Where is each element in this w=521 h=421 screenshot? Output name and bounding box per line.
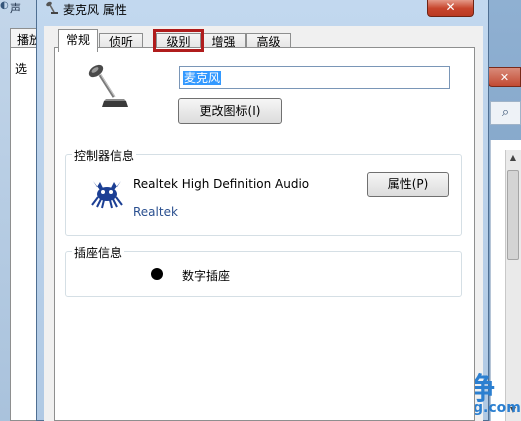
- jack-label: 数字插座: [182, 269, 231, 283]
- background-close-button[interactable]: ✕: [488, 67, 521, 87]
- jack-info-group: 插座信息 数字插座: [65, 244, 462, 297]
- microphone-icon: [46, 1, 58, 14]
- jack-info-label: 插座信息: [72, 244, 125, 261]
- scrollbar-thumb[interactable]: [507, 170, 519, 260]
- tab-general[interactable]: 常规: [58, 29, 98, 52]
- controller-name: Realtek High Definition Audio: [133, 177, 310, 191]
- scroll-up-icon[interactable]: ▲: [505, 150, 521, 166]
- close-button[interactable]: ✕: [427, 0, 474, 17]
- speaker-icon: ◐: [0, 0, 9, 11]
- controller-vendor-link[interactable]: Realtek: [133, 205, 178, 219]
- microphone-properties-dialog: 麦克风 属性 ✕ 常规 侦听 级别 增强 高级 麦克风 更改图标(I) 控制器信…: [36, 0, 489, 421]
- properties-button[interactable]: 属性(P): [367, 172, 449, 197]
- device-name-text: 麦克风: [183, 71, 222, 85]
- device-name-input[interactable]: 麦克风: [179, 66, 450, 89]
- realtek-crab-icon: [91, 181, 123, 209]
- general-tab-panel: 麦克风 更改图标(I) 控制器信息 Realtek High Definitio…: [54, 47, 475, 421]
- microphone-icon: [88, 64, 128, 107]
- change-icon-button[interactable]: 更改图标(I): [178, 98, 282, 124]
- controller-info-label: 控制器信息: [72, 147, 137, 164]
- jack-color-indicator: [151, 268, 163, 280]
- dialog-title: 麦克风 属性: [63, 3, 127, 17]
- background-panel-text: 选: [15, 62, 28, 76]
- controller-info-group: 控制器信息 Realtek High Definition Audio Real…: [65, 147, 462, 236]
- search-icon[interactable]: ⌕: [490, 101, 521, 125]
- title-bar[interactable]: 麦克风 属性 ✕: [37, 0, 490, 18]
- background-window-title: 声: [10, 2, 21, 15]
- dialog-client-area: 常规 侦听 级别 增强 高级 麦克风 更改图标(I) 控制器信息 Realtek…: [44, 26, 483, 421]
